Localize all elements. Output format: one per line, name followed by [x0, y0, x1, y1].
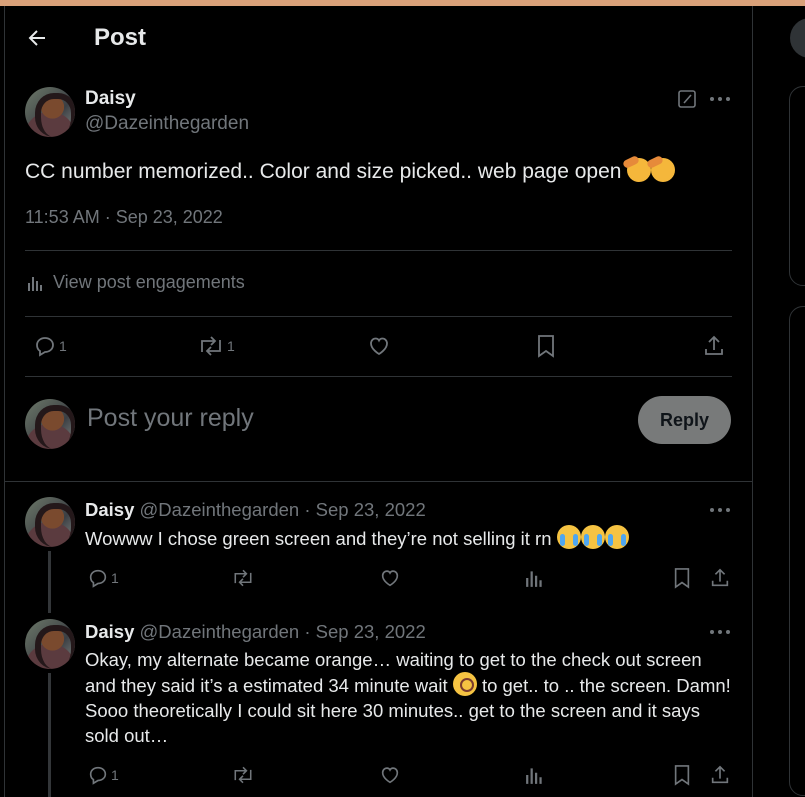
like-icon [381, 767, 399, 784]
more-icon[interactable] [709, 627, 731, 637]
reply-icon [36, 337, 54, 357]
reply-views-button[interactable] [525, 567, 545, 589]
author-name[interactable]: Daisy [85, 88, 136, 110]
reply-author[interactable]: Daisy [85, 499, 134, 520]
reply-count: 1 [59, 338, 67, 354]
reply-header: Daisy @Dazeinthegarden · Sep 23, 2022 [85, 621, 426, 643]
reply-icon [89, 766, 107, 785]
post-timestamp[interactable]: 11:53 AM · Sep 23, 2022 [25, 207, 223, 228]
page-header: Post [5, 6, 752, 72]
flushed-face-emoji [452, 672, 477, 696]
reply-icon [89, 569, 107, 588]
back-arrow-icon[interactable] [25, 26, 49, 50]
post-text-body: CC number memorized.. Color and size pic… [25, 160, 622, 183]
crying-face-emoji [556, 525, 581, 549]
divider [25, 250, 732, 251]
repost-button[interactable]: 1 [197, 334, 235, 358]
sidebar-card [789, 86, 805, 286]
share-icon [711, 765, 729, 784]
reply-header: Daisy @Dazeinthegarden · Sep 23, 2022 [85, 499, 426, 521]
reply-count: 1 [111, 570, 119, 586]
main-column: Post Daisy @Dazeinthegarden CC number me… [4, 6, 753, 797]
divider [25, 316, 732, 317]
page-title: Post [94, 24, 147, 51]
like-button[interactable] [367, 334, 391, 358]
divider [25, 376, 732, 377]
reply-bookmark-button[interactable] [672, 567, 692, 589]
engagements-label: View post engagements [53, 272, 245, 292]
reply-input[interactable]: Post your reply [87, 404, 254, 433]
engagements-icon [28, 276, 42, 291]
more-icon[interactable] [709, 505, 731, 515]
reply-repost-button[interactable] [231, 764, 255, 786]
reply-share-button[interactable] [709, 764, 731, 786]
reply-share-button[interactable] [709, 567, 731, 589]
repost-icon [201, 336, 221, 356]
reply-reply-button[interactable]: 1 [87, 567, 119, 589]
thread-line [48, 551, 51, 613]
post-text: CC number memorized.. Color and size pic… [25, 158, 676, 184]
view-engagements-link[interactable]: View post engagements [27, 272, 245, 293]
crying-face-emoji [580, 525, 605, 549]
share-button[interactable] [702, 334, 726, 358]
reply-submit-button[interactable]: Reply [638, 396, 731, 444]
thread-line [48, 673, 51, 797]
reply-text: Wowww I chose green screen and they’re n… [85, 525, 735, 551]
reply-author[interactable]: Daisy [85, 621, 134, 642]
more-icon[interactable] [709, 94, 731, 104]
bookmark-icon [674, 765, 690, 786]
reply-date[interactable]: · Sep 23, 2022 [304, 499, 425, 520]
reply-count: 1 [111, 767, 119, 783]
composer-avatar [25, 399, 75, 449]
reply-text: Okay, my alternate became orange… waitin… [85, 647, 735, 748]
reply-avatar[interactable] [25, 619, 75, 669]
reply-reply-button[interactable]: 1 [87, 764, 119, 786]
bookmark-icon [538, 335, 554, 358]
reply-handle[interactable]: @Dazeinthegarden [140, 499, 300, 520]
reply-like-button[interactable] [379, 567, 401, 589]
crying-face-emoji [604, 525, 629, 549]
reply-views-button[interactable] [525, 764, 545, 786]
reply-handle[interactable]: @Dazeinthegarden [140, 621, 300, 642]
author-handle[interactable]: @Dazeinthegarden [85, 113, 249, 135]
bookmark-icon [674, 568, 690, 589]
reply-repost-button[interactable] [231, 567, 255, 589]
search-avatar-partial[interactable] [790, 18, 805, 58]
reply-avatar[interactable] [25, 497, 75, 547]
sidebar-card [789, 306, 805, 796]
avatar[interactable] [25, 87, 75, 137]
views-icon [526, 768, 542, 784]
reply-like-button[interactable] [379, 764, 401, 786]
like-icon [381, 570, 399, 587]
repost-count: 1 [227, 338, 235, 354]
reply-date[interactable]: · Sep 23, 2022 [304, 621, 425, 642]
share-icon [711, 568, 729, 587]
repost-icon [234, 569, 252, 587]
reply-bookmark-button[interactable] [672, 764, 692, 786]
share-icon [705, 335, 723, 355]
like-icon [370, 337, 388, 356]
repost-icon [234, 766, 252, 784]
reply-text-body: Wowww I chose green screen and they’re n… [85, 528, 552, 549]
grok-icon[interactable] [677, 89, 697, 109]
bookmark-button[interactable] [535, 334, 557, 358]
reply-button[interactable]: 1 [33, 334, 67, 358]
saluting-face-emoji [651, 158, 676, 182]
divider [5, 481, 752, 482]
views-icon [526, 571, 542, 587]
